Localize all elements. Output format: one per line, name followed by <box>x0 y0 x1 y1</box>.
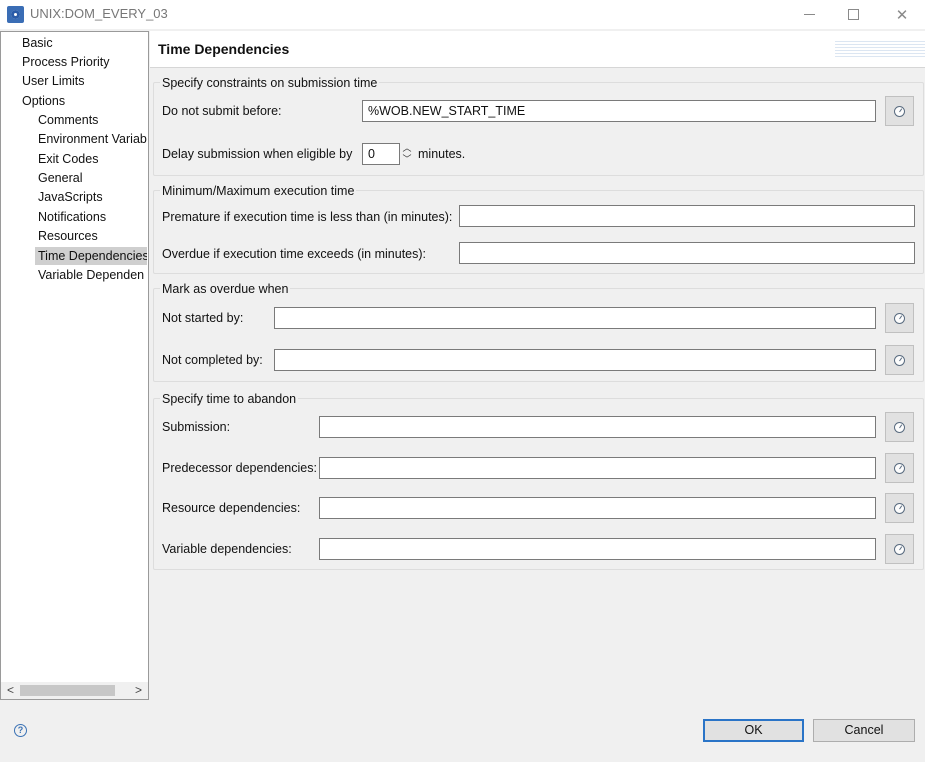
overdue-label: Overdue if execution time exceeds (in mi… <box>162 247 426 261</box>
tree-item-notifications[interactable]: Notifications <box>38 208 106 226</box>
variable-clock-button[interactable] <box>885 534 914 564</box>
group-title: Specify time to abandon <box>160 392 298 406</box>
ok-button[interactable]: OK <box>703 719 804 742</box>
minimize-button[interactable] <box>786 0 832 29</box>
tree-item-general[interactable]: General <box>38 169 82 187</box>
premature-label: Premature if execution time is less than… <box>162 210 452 224</box>
overdue-input[interactable] <box>459 242 915 264</box>
maximize-icon <box>848 9 859 20</box>
not-before-clock-button[interactable] <box>885 96 914 126</box>
dialog-footer: ? OK Cancel <box>0 700 925 762</box>
horizontal-scrollbar[interactable]: < > <box>1 682 148 699</box>
clock-icon <box>894 463 905 474</box>
predecessor-input[interactable] <box>319 457 876 479</box>
tree-item-user-limits[interactable]: User Limits <box>22 72 85 90</box>
resource-clock-button[interactable] <box>885 493 914 523</box>
not-started-label: Not started by: <box>162 311 243 325</box>
tree-item-resources[interactable]: Resources <box>38 227 98 245</box>
close-icon: ✕ <box>896 6 909 24</box>
variable-label: Variable dependencies: <box>162 542 292 556</box>
maximize-button[interactable] <box>830 0 876 29</box>
clock-icon <box>894 503 905 514</box>
clock-icon <box>894 106 905 117</box>
scroll-left-icon[interactable]: < <box>3 682 18 699</box>
execution-time-group: Minimum/Maximum execution time Premature… <box>153 190 924 274</box>
not-started-clock-button[interactable] <box>885 303 914 333</box>
not-before-label: Do not submit before: <box>162 104 282 118</box>
window-title: UNIX:DOM_EVERY_03 <box>30 6 168 21</box>
stepper-up-icon[interactable]: ︿ <box>401 143 413 154</box>
variable-input[interactable] <box>319 538 876 560</box>
cancel-button[interactable]: Cancel <box>813 719 915 742</box>
not-started-input[interactable] <box>274 307 876 329</box>
submission-label: Submission: <box>162 420 230 434</box>
not-completed-input[interactable] <box>274 349 876 371</box>
delay-label: Delay submission when eligible by <box>162 147 352 161</box>
resource-input[interactable] <box>319 497 876 519</box>
submission-input[interactable] <box>319 416 876 438</box>
delay-unit-label: minutes. <box>418 147 465 161</box>
resource-label: Resource dependencies: <box>162 501 300 515</box>
predecessor-clock-button[interactable] <box>885 453 914 483</box>
tree-item-exit-codes[interactable]: Exit Codes <box>38 150 98 168</box>
tree-item-options[interactable]: Options <box>22 92 65 110</box>
mark-overdue-group: Mark as overdue when Not started by: Not… <box>153 288 924 382</box>
tree-item-basic[interactable]: Basic <box>22 34 53 52</box>
not-completed-clock-button[interactable] <box>885 345 914 375</box>
not-completed-label: Not completed by: <box>162 353 263 367</box>
tree-item-javascripts[interactable]: JavaScripts <box>38 188 103 206</box>
delay-stepper[interactable]: ︿ ﹀ <box>401 143 413 165</box>
minimize-icon <box>804 14 815 15</box>
tree-item-process-priority[interactable]: Process Priority <box>22 53 110 71</box>
tree-item-environment-variables[interactable]: Environment Variab <box>38 130 147 148</box>
page-header: Time Dependencies <box>150 31 925 68</box>
clock-icon <box>894 422 905 433</box>
predecessor-label: Predecessor dependencies: <box>162 461 317 475</box>
app-icon <box>7 6 24 23</box>
delay-input[interactable] <box>362 143 400 165</box>
group-title: Mark as overdue when <box>160 282 290 296</box>
options-tree[interactable]: Basic Process Priority User Limits Optio… <box>0 31 149 700</box>
submission-constraints-group: Specify constraints on submission time D… <box>153 82 924 176</box>
title-bar: UNIX:DOM_EVERY_03 ✕ <box>0 0 925 29</box>
time-dependencies-panel: Specify constraints on submission time D… <box>150 68 925 700</box>
clock-icon <box>894 313 905 324</box>
premature-input[interactable] <box>459 205 915 227</box>
stepper-down-icon[interactable]: ﹀ <box>401 154 413 165</box>
submission-clock-button[interactable] <box>885 412 914 442</box>
tree-item-variable-dependencies[interactable]: Variable Dependen <box>38 266 144 284</box>
scrollbar-thumb[interactable] <box>20 685 115 696</box>
help-icon[interactable]: ? <box>14 724 27 737</box>
not-before-input[interactable] <box>362 100 876 122</box>
clock-icon <box>894 544 905 555</box>
scroll-right-icon[interactable]: > <box>131 682 146 699</box>
page-title: Time Dependencies <box>158 41 289 57</box>
group-title: Minimum/Maximum execution time <box>160 184 356 198</box>
close-button[interactable]: ✕ <box>879 0 925 29</box>
abandon-time-group: Specify time to abandon Submission: Pred… <box>153 398 924 570</box>
tree-item-comments[interactable]: Comments <box>38 111 98 129</box>
clock-icon <box>894 355 905 366</box>
tree-item-time-dependencies[interactable]: Time Dependencies <box>35 247 147 265</box>
header-decoration <box>835 41 925 57</box>
group-title: Specify constraints on submission time <box>160 76 379 90</box>
